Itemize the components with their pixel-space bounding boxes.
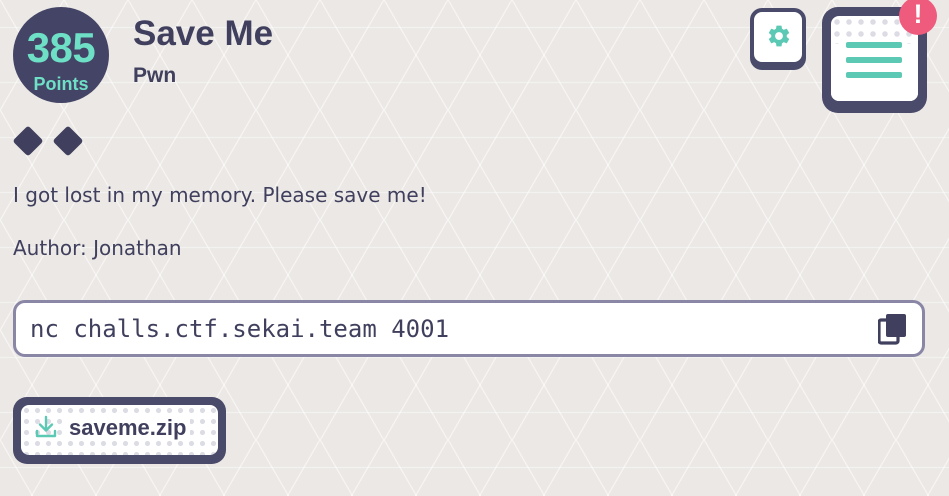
attachment-filename: saveme.zip [67, 415, 191, 441]
settings-button[interactable] [750, 8, 806, 66]
download-button-face: saveme.zip [21, 405, 218, 455]
points-value: 385 [26, 24, 96, 71]
download-icon [35, 415, 57, 438]
connection-command-box: nc challs.ctf.sekai.team 4001 [13, 300, 925, 357]
hamburger-menu-icon [846, 42, 902, 87]
alert-badge: ! [899, 0, 937, 35]
difficulty-diamond-icon [12, 125, 44, 157]
challenge-title: Save Me [133, 14, 274, 53]
points-badge: 385 Points [13, 7, 109, 103]
challenge-category: Pwn [133, 64, 177, 87]
challenge-author: Author: Jonathan [13, 236, 182, 260]
difficulty-diamond-icon [52, 125, 84, 157]
connection-command: nc challs.ctf.sekai.team 4001 [30, 315, 450, 343]
copy-icon [877, 314, 906, 345]
points-label: Points [33, 74, 89, 94]
challenge-description: I got lost in my memory. Please save me! [13, 183, 427, 207]
download-saveme-button[interactable]: saveme.zip [13, 397, 226, 464]
gear-icon [768, 25, 790, 47]
copy-button[interactable] [877, 313, 908, 345]
challenge-card: { "challenge": { "points": "385", "point… [0, 0, 949, 496]
